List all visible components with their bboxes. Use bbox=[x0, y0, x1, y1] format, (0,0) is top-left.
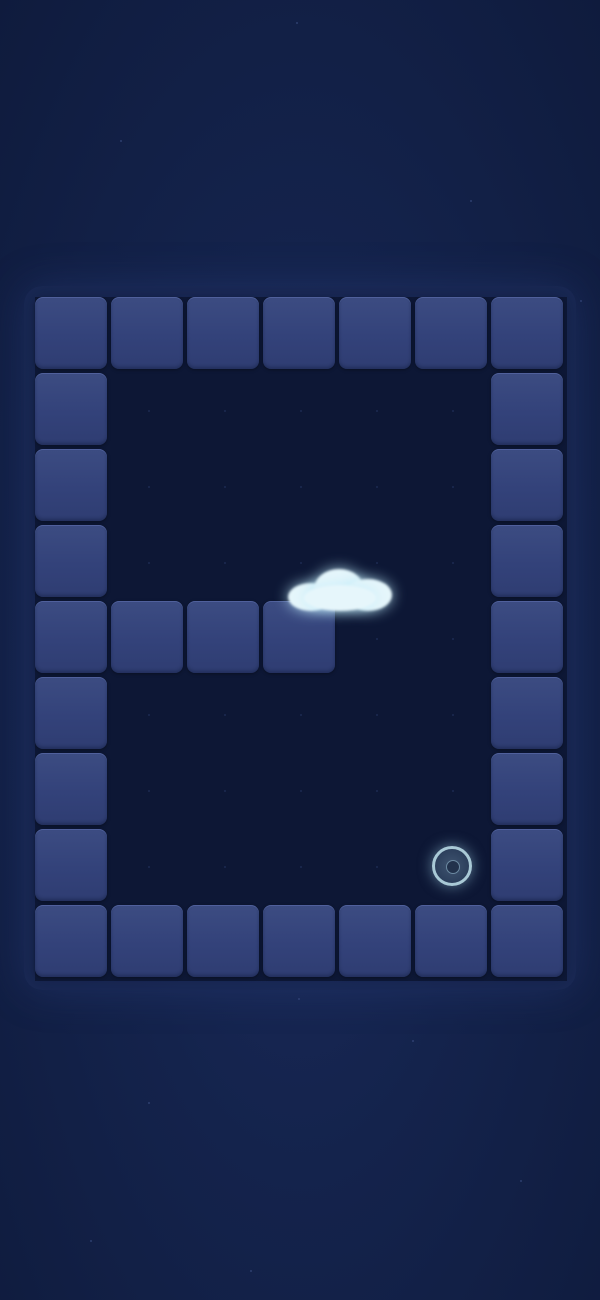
wall-tile bbox=[35, 601, 107, 673]
wall-tile bbox=[35, 373, 107, 445]
wall-tile bbox=[263, 905, 335, 977]
wall-tile bbox=[339, 297, 411, 369]
star bbox=[250, 1270, 252, 1272]
floor-dot bbox=[376, 638, 378, 640]
target-core bbox=[446, 860, 460, 874]
floor-dot bbox=[376, 714, 378, 716]
wall-tile bbox=[111, 601, 183, 673]
floor-dot bbox=[148, 486, 150, 488]
star bbox=[520, 1180, 522, 1182]
floor-dot bbox=[224, 486, 226, 488]
game-board[interactable] bbox=[35, 297, 567, 981]
wall-tile bbox=[415, 297, 487, 369]
wall-tile bbox=[491, 677, 563, 749]
floor-dot bbox=[300, 562, 302, 564]
star bbox=[298, 998, 300, 1000]
floor-dot bbox=[224, 790, 226, 792]
floor-dot bbox=[224, 562, 226, 564]
wall-tile bbox=[111, 905, 183, 977]
floor-dot bbox=[300, 714, 302, 716]
wall-tile bbox=[35, 297, 107, 369]
wall-tile bbox=[263, 297, 335, 369]
floor-dot bbox=[148, 562, 150, 564]
floor-dot bbox=[452, 562, 454, 564]
floor-dot bbox=[452, 790, 454, 792]
wall-tile bbox=[491, 905, 563, 977]
wall-tile bbox=[35, 677, 107, 749]
star bbox=[296, 22, 298, 24]
star bbox=[120, 140, 122, 142]
floor-dot bbox=[300, 790, 302, 792]
wall-tile bbox=[35, 525, 107, 597]
wall-tile bbox=[111, 297, 183, 369]
wall-tile bbox=[491, 449, 563, 521]
floor-dot bbox=[300, 410, 302, 412]
wall-tile bbox=[491, 297, 563, 369]
wall-tile bbox=[491, 601, 563, 673]
floor-dot bbox=[452, 638, 454, 640]
floor-dot bbox=[452, 486, 454, 488]
wall-tile bbox=[491, 525, 563, 597]
wall-tile bbox=[415, 905, 487, 977]
floor-dot bbox=[452, 410, 454, 412]
star bbox=[470, 200, 472, 202]
floor-dot bbox=[300, 866, 302, 868]
wall-tile bbox=[491, 829, 563, 901]
floor-dot bbox=[376, 410, 378, 412]
wall-tile bbox=[187, 297, 259, 369]
wall-tile bbox=[35, 905, 107, 977]
floor-dot bbox=[376, 562, 378, 564]
wall-tile bbox=[491, 373, 563, 445]
floor-dot bbox=[148, 790, 150, 792]
cloud-icon[interactable] bbox=[286, 565, 396, 615]
wall-tile bbox=[339, 905, 411, 977]
wall-tile bbox=[35, 753, 107, 825]
floor-dot bbox=[224, 714, 226, 716]
floor-dot bbox=[376, 790, 378, 792]
floor-dot bbox=[376, 866, 378, 868]
star bbox=[412, 1040, 414, 1042]
floor-dot bbox=[148, 410, 150, 412]
wall-tile bbox=[35, 449, 107, 521]
wall-tile bbox=[35, 829, 107, 901]
star bbox=[580, 300, 582, 302]
floor-dot bbox=[300, 486, 302, 488]
star bbox=[90, 1240, 92, 1242]
wall-tile bbox=[187, 601, 259, 673]
wall-tile bbox=[491, 753, 563, 825]
floor-dot bbox=[224, 410, 226, 412]
target-ring-icon[interactable] bbox=[432, 846, 472, 886]
star bbox=[148, 1102, 150, 1104]
floor-dot bbox=[148, 714, 150, 716]
floor-dot bbox=[224, 866, 226, 868]
wall-tile bbox=[187, 905, 259, 977]
floor-dot bbox=[376, 486, 378, 488]
floor-dot bbox=[148, 866, 150, 868]
floor-dot bbox=[452, 714, 454, 716]
